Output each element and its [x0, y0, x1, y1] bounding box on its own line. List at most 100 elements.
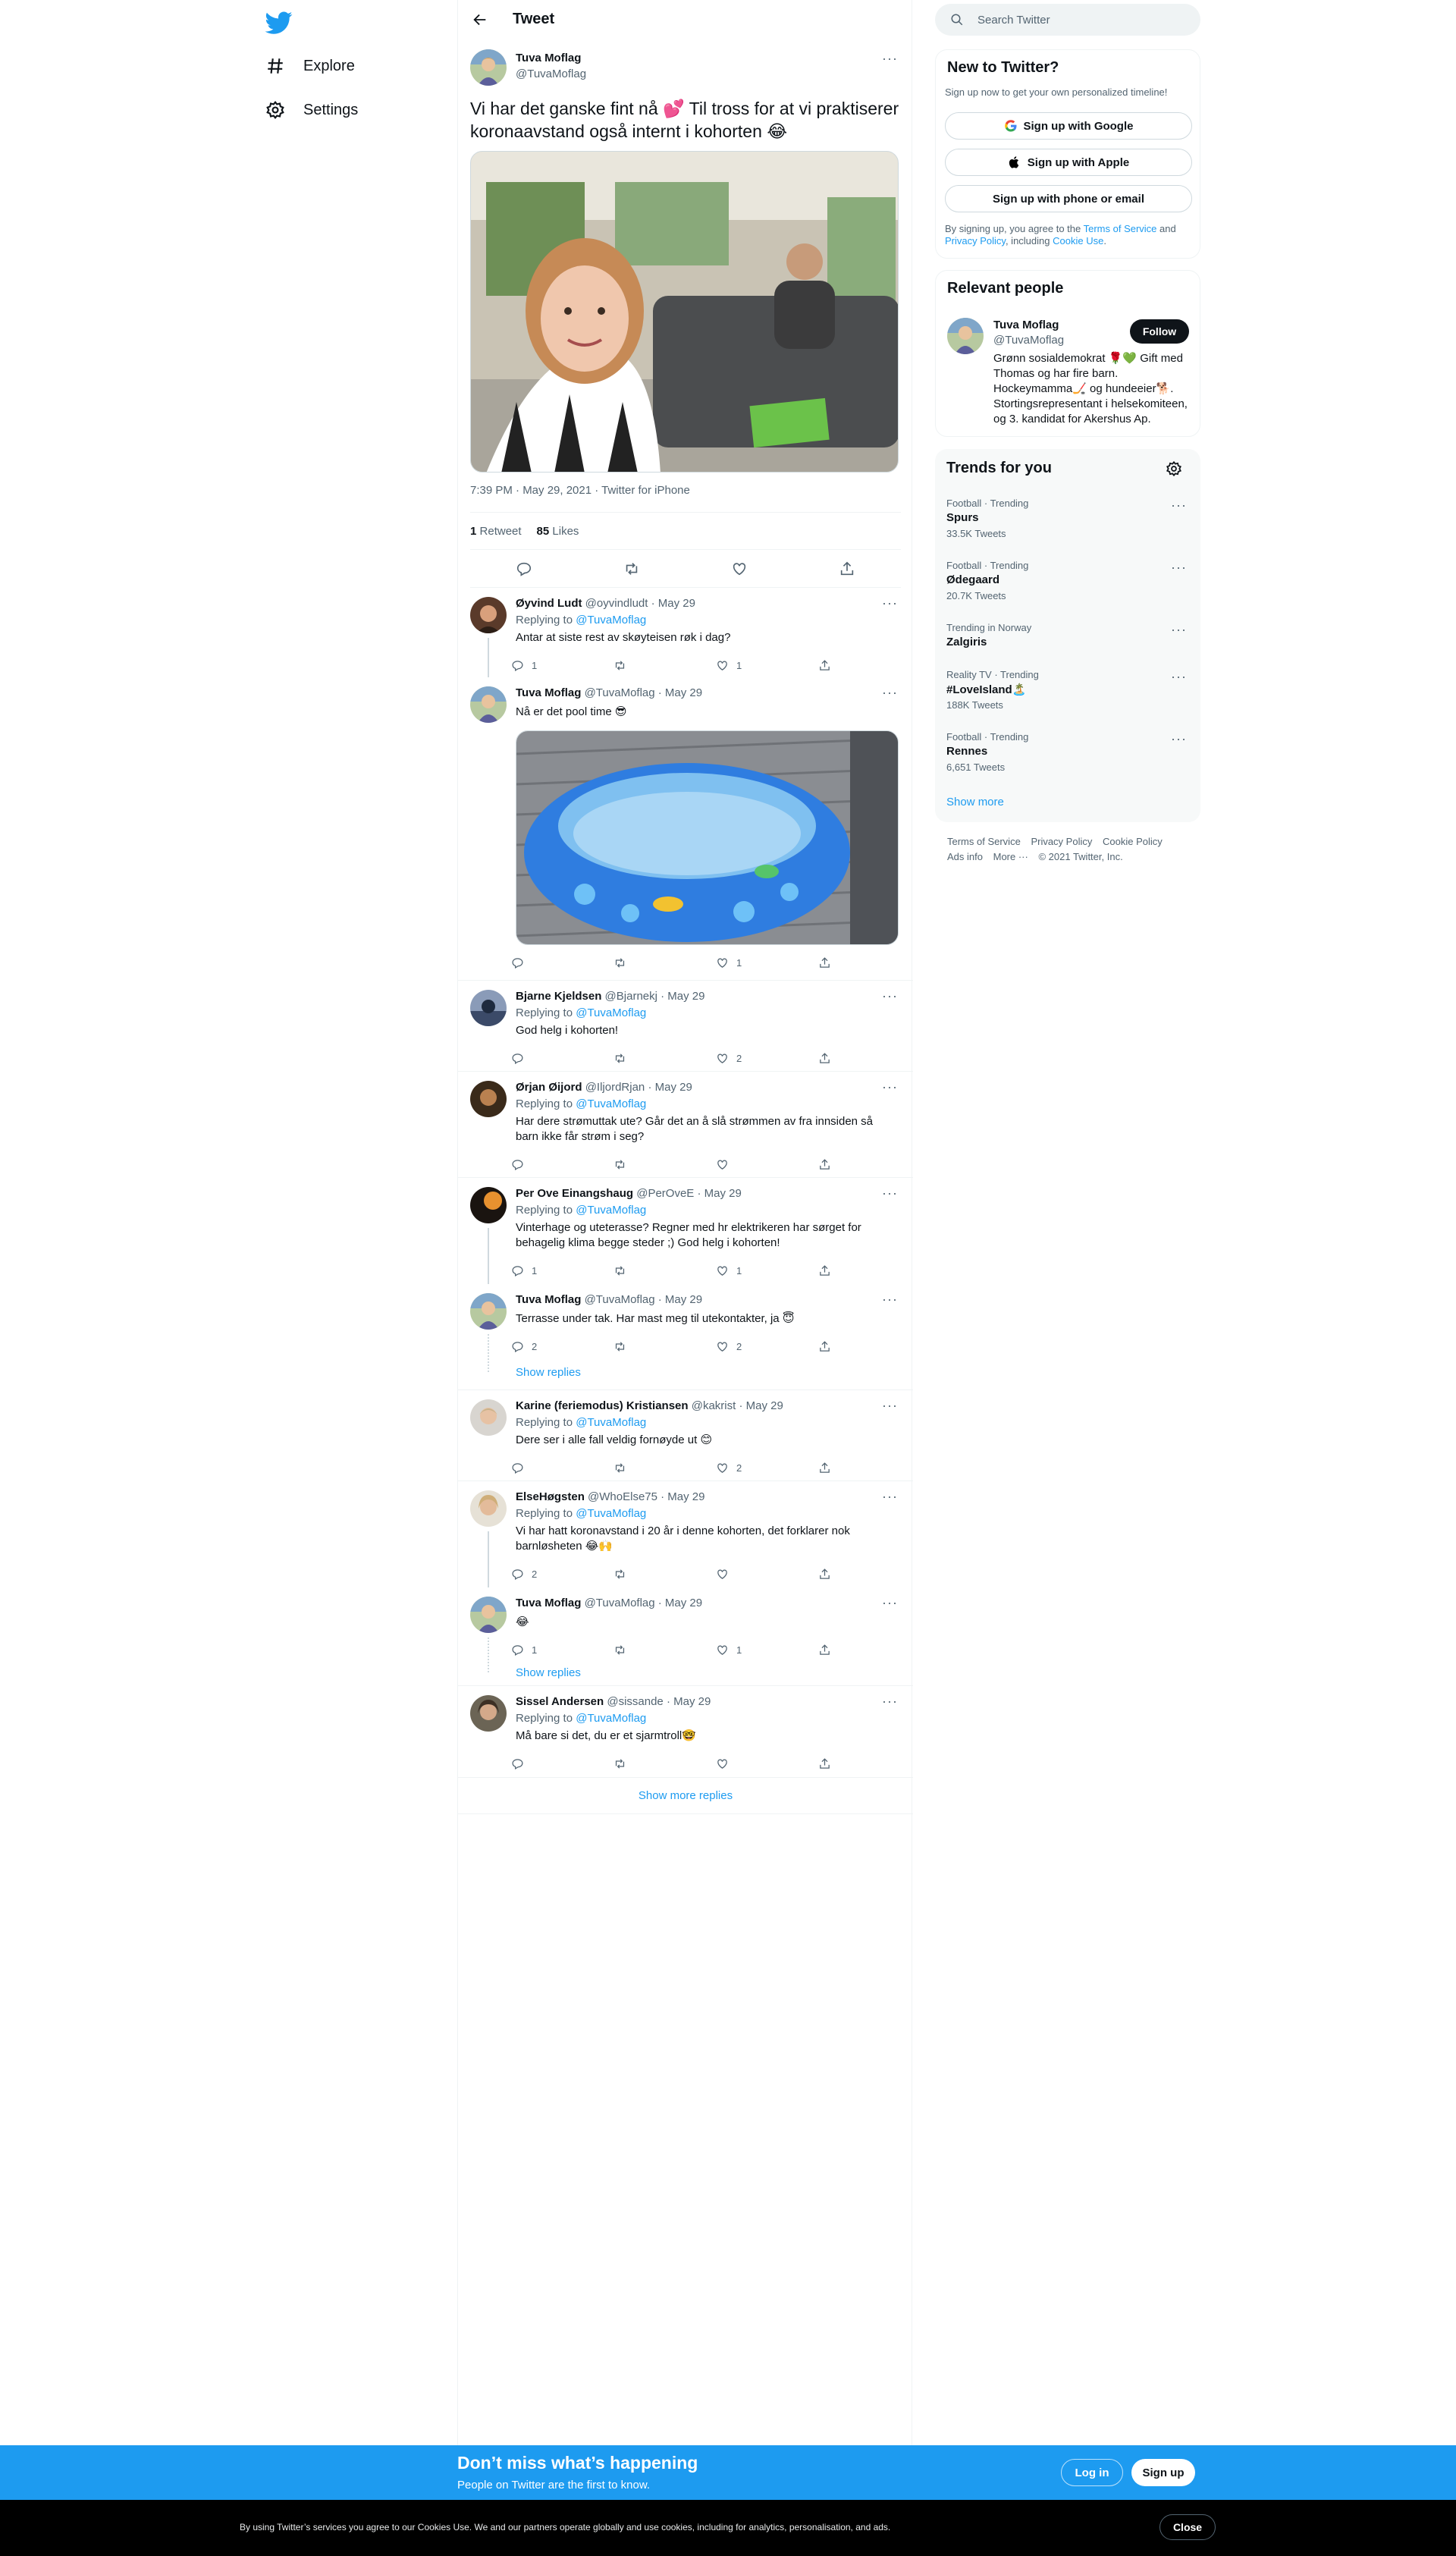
more-icon[interactable]: ···	[882, 1694, 898, 1710]
show-replies-link[interactable]: Show replies	[516, 1366, 581, 1379]
reply-tweet[interactable]: Tuva Moflag @TuvaMoflag · May 29 ··· 😂 1…	[458, 1587, 913, 1686]
follow-button[interactable]: Follow	[1130, 319, 1189, 344]
login-button[interactable]: Log in	[1061, 2459, 1123, 2486]
retweet-button[interactable]	[613, 659, 716, 672]
like-button[interactable]: 1	[716, 659, 818, 672]
like-icon[interactable]	[731, 560, 748, 577]
share-button[interactable]	[818, 1158, 841, 1171]
more-icon[interactable]: ···	[882, 1079, 898, 1095]
nav-explore[interactable]: Explore	[265, 47, 355, 85]
reply-tweet[interactable]: ElseHøgsten @WhoElse75 · May 29 ··· Repl…	[458, 1481, 913, 1587]
privacy-link[interactable]: Privacy Policy	[945, 235, 1006, 246]
retweet-button[interactable]	[613, 1158, 716, 1171]
replying-to-link[interactable]: @TuvaMoflag	[576, 1507, 646, 1520]
reply-tweet[interactable]: Karine (feriemodus) Kristiansen @kakrist…	[458, 1390, 913, 1481]
cookie-link[interactable]: Cookie Use	[1053, 235, 1103, 246]
footer-more-link[interactable]: More ···	[993, 851, 1028, 862]
trend-item[interactable]: Football · Trending Spurs 33.5K Tweets ·…	[935, 498, 1200, 551]
show-more-replies-link[interactable]: Show more replies	[458, 1778, 913, 1814]
more-icon[interactable]: ···	[1171, 731, 1187, 747]
avatar[interactable]	[470, 990, 507, 1026]
more-icon[interactable]: ···	[882, 51, 898, 67]
reply-button[interactable]	[511, 1158, 613, 1171]
like-button[interactable]: 2	[716, 1340, 818, 1353]
avatar[interactable]	[470, 597, 507, 633]
like-stat[interactable]: 85 Likes	[537, 525, 579, 538]
more-icon[interactable]: ···	[1171, 669, 1187, 685]
share-button[interactable]	[818, 1264, 841, 1277]
replying-to-link[interactable]: @TuvaMoflag	[576, 1712, 646, 1725]
retweet-button[interactable]	[613, 1462, 716, 1474]
signup-button[interactable]: Sign up	[1131, 2459, 1195, 2486]
more-icon[interactable]: ···	[882, 1489, 898, 1505]
footer-tos-link[interactable]: Terms of Service	[947, 836, 1021, 847]
reply-button[interactable]: 1	[511, 1644, 613, 1656]
reply-icon[interactable]	[516, 560, 532, 577]
more-icon[interactable]: ···	[882, 1185, 898, 1201]
retweet-button[interactable]	[613, 1644, 716, 1656]
reply-tweet[interactable]: Tuva Moflag @TuvaMoflag · May 29 ··· Nå …	[458, 677, 913, 981]
like-button[interactable]	[716, 1158, 818, 1171]
reply-button[interactable]: 1	[511, 1264, 613, 1277]
reply-button[interactable]: 2	[511, 1340, 613, 1353]
retweet-button[interactable]	[613, 1052, 716, 1065]
share-button[interactable]	[818, 1568, 841, 1581]
retweet-button[interactable]	[613, 956, 716, 969]
signup-phone-email-button[interactable]: Sign up with phone or email	[945, 185, 1192, 212]
show-replies-link[interactable]: Show replies	[516, 1666, 581, 1679]
terms-link[interactable]: Terms of Service	[1084, 223, 1157, 234]
replying-to-link[interactable]: @TuvaMoflag	[576, 1416, 646, 1429]
like-button[interactable]: 2	[716, 1052, 818, 1065]
share-button[interactable]	[818, 1644, 841, 1656]
share-button[interactable]	[818, 1462, 841, 1474]
reply-button[interactable]	[511, 1462, 613, 1474]
avatar[interactable]	[470, 49, 507, 86]
share-button[interactable]	[818, 1052, 841, 1065]
more-icon[interactable]: ···	[882, 1595, 898, 1611]
retweet-stat[interactable]: 1 Retweet	[470, 525, 522, 538]
share-button[interactable]	[818, 1340, 841, 1353]
reply-button[interactable]: 2	[511, 1568, 613, 1581]
replying-to-link[interactable]: @TuvaMoflag	[576, 614, 646, 626]
replying-to-link[interactable]: @TuvaMoflag	[576, 1097, 646, 1110]
trend-item[interactable]: Football · Trending Ødegaard 20.7K Tweet…	[935, 560, 1200, 613]
signup-apple-button[interactable]: Sign up with Apple	[945, 149, 1192, 176]
retweet-button[interactable]	[613, 1340, 716, 1353]
replying-to-link[interactable]: @TuvaMoflag	[576, 1204, 646, 1217]
footer-ads-link[interactable]: Ads info	[947, 851, 983, 862]
like-button[interactable]: 2	[716, 1462, 818, 1474]
show-more-link[interactable]: Show more	[946, 796, 1004, 809]
more-icon[interactable]: ···	[1171, 560, 1187, 576]
more-icon[interactable]: ···	[1171, 622, 1187, 638]
reply-tweet[interactable]: Ørjan Øijord @IljordRjan · May 29 ··· Re…	[458, 1072, 913, 1178]
author-handle[interactable]: @TuvaMoflag	[516, 68, 586, 80]
retweet-button[interactable]	[613, 1757, 716, 1770]
reply-button[interactable]	[511, 956, 613, 969]
trend-item[interactable]: Trending in Norway Zalgiris ···	[935, 622, 1200, 660]
user-name[interactable]: Tuva Moflag	[993, 319, 1059, 331]
trend-item[interactable]: Reality TV · Trending #LoveIsland🏝️ 188K…	[935, 669, 1200, 722]
like-button[interactable]: 1	[716, 1644, 818, 1656]
avatar[interactable]	[470, 1695, 507, 1732]
share-icon[interactable]	[839, 560, 855, 577]
reply-button[interactable]	[511, 1052, 613, 1065]
avatar[interactable]	[470, 686, 507, 723]
more-icon[interactable]: ···	[882, 1398, 898, 1414]
more-icon[interactable]: ···	[882, 595, 898, 611]
reply-button[interactable]	[511, 1757, 613, 1770]
reply-tweet[interactable]: Tuva Moflag @TuvaMoflag · May 29 ··· Ter…	[458, 1284, 913, 1390]
signup-google-button[interactable]: Sign up with Google	[945, 112, 1192, 140]
footer-cookie-link[interactable]: Cookie Policy	[1103, 836, 1163, 847]
avatar[interactable]	[470, 1490, 507, 1527]
reply-tweet[interactable]: Bjarne Kjeldsen @Bjarnekj · May 29 ··· R…	[458, 981, 913, 1072]
more-icon[interactable]: ···	[882, 685, 898, 701]
author-name[interactable]: Tuva Moflag	[516, 52, 581, 64]
tweet-photo[interactable]	[470, 151, 899, 473]
like-button[interactable]	[716, 1568, 818, 1581]
retweet-button[interactable]	[613, 1264, 716, 1277]
avatar[interactable]	[470, 1597, 507, 1633]
avatar[interactable]	[470, 1081, 507, 1117]
twitter-logo-icon[interactable]	[265, 9, 293, 36]
replying-to-link[interactable]: @TuvaMoflag	[576, 1006, 646, 1019]
reply-tweet[interactable]: Øyvind Ludt @oyvindludt · May 29 ··· Rep…	[458, 588, 913, 677]
